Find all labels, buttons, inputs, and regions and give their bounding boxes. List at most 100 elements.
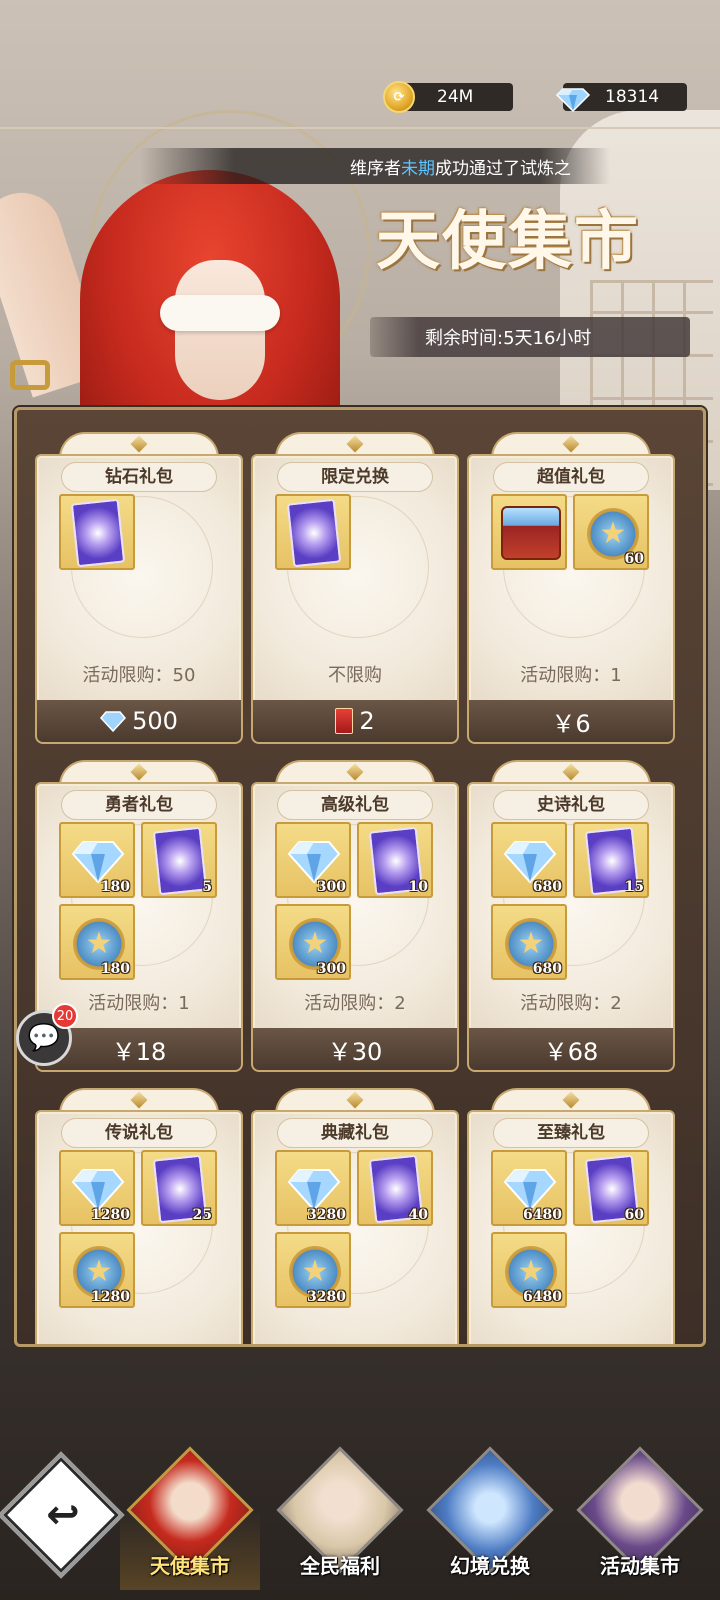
purchase-limit: 不限购: [328, 665, 382, 686]
reward-count: 1280: [91, 1289, 130, 1305]
buy-button[interactable]: 500: [35, 700, 243, 744]
gold-counter[interactable]: ⟳ 24M: [383, 81, 513, 113]
pack-card[interactable]: 典藏礼包 3280 40 3280: [251, 1088, 459, 1344]
purchase-limit: 活动限购：1: [520, 665, 622, 686]
price-label: ￥18: [111, 1037, 167, 1066]
reward-count: 25: [192, 1207, 212, 1223]
reward-item[interactable]: 10: [357, 822, 433, 898]
diamond-gem-icon: [71, 841, 125, 884]
reward-item[interactable]: 300: [275, 904, 351, 980]
reward-item[interactable]: 5: [141, 822, 217, 898]
pack-name: 限定兑换: [277, 462, 433, 492]
broadcast-marquee: 维序者 未期 成功通过了试炼之: [140, 148, 610, 184]
reward-count: 15: [624, 879, 644, 895]
price-label: 500: [132, 707, 178, 735]
diamond-icon: [100, 711, 127, 732]
tab-label: 全民福利: [300, 1554, 380, 1578]
reward-count: 10: [408, 879, 428, 895]
header-divider: [0, 127, 720, 129]
treasure-chest-icon: [501, 506, 561, 560]
gold-coin-icon: ⟳: [383, 81, 415, 113]
purchase-limit: 活动限购：50: [82, 665, 196, 686]
reward-count: 1280: [91, 1207, 130, 1223]
reward-count: 5: [202, 879, 212, 895]
crest-gem: [130, 435, 148, 453]
reward-count: 300: [316, 879, 346, 895]
purchase-limit: 活动限购：2: [304, 993, 406, 1014]
price-label: ￥6: [551, 709, 591, 738]
reward-count: 3280: [307, 1289, 346, 1305]
reward-count: 300: [316, 961, 346, 977]
tab-event-market[interactable]: 活动集市: [570, 1446, 710, 1590]
pack-card[interactable]: 史诗礼包 680 15 680 活动限购：2 ￥68: [467, 760, 675, 1072]
diamond-amount: 18314: [605, 87, 660, 107]
reward-item[interactable]: 3280: [275, 1150, 351, 1226]
ticket-icon: [335, 708, 354, 734]
diamond-gem-icon: [287, 1169, 341, 1212]
reward-item[interactable]: 25: [141, 1150, 217, 1226]
reward-count: 60: [624, 551, 644, 567]
reward-count: 3280: [307, 1207, 346, 1223]
pack-card[interactable]: 钻石礼包活动限购：50 500: [35, 432, 243, 744]
reward-item[interactable]: 15: [573, 822, 649, 898]
reward-count: 680: [532, 961, 562, 977]
pack-name: 传说礼包: [61, 1118, 217, 1148]
tab-angel-market[interactable]: 天使集市: [120, 1446, 260, 1590]
reward-item[interactable]: 1280: [59, 1232, 135, 1308]
reward-item[interactable]: 6480: [491, 1232, 567, 1308]
remaining-time: 剩余时间:5天16小时: [370, 317, 690, 357]
summon-card-icon: [152, 826, 208, 896]
reward-item[interactable]: 180: [59, 822, 135, 898]
reward-item[interactable]: 60: [573, 494, 649, 570]
reward-item[interactable]: 180: [59, 904, 135, 980]
crest-gem: [346, 1091, 364, 1109]
marquee-prefix: 维序者: [350, 158, 401, 179]
pack-name: 钻石礼包: [61, 462, 217, 492]
buy-button[interactable]: 2: [251, 700, 459, 744]
reward-item[interactable]: [275, 494, 351, 570]
reward-item[interactable]: 60: [573, 1150, 649, 1226]
pack-card[interactable]: 超值礼包 60 活动限购：1 ￥6: [467, 432, 675, 744]
reward-item[interactable]: [59, 494, 135, 570]
reward-item[interactable]: 680: [491, 904, 567, 980]
pack-name: 勇者礼包: [61, 790, 217, 820]
gold-amount: 24M: [437, 87, 474, 107]
reward-count: 680: [532, 879, 562, 895]
buy-button[interactable]: ￥6: [467, 700, 675, 744]
summon-card-icon: [70, 498, 126, 568]
diamond-counter[interactable]: 18314: [555, 83, 687, 113]
buy-button[interactable]: ￥68: [467, 1028, 675, 1072]
crest-gem: [346, 435, 364, 453]
reward-count: 180: [100, 879, 130, 895]
reward-item[interactable]: 300: [275, 822, 351, 898]
reward-count: 180: [100, 961, 130, 977]
reward-item[interactable]: [491, 494, 567, 570]
reward-item[interactable]: 6480: [491, 1150, 567, 1226]
pack-card[interactable]: 传说礼包 1280 25 1280: [35, 1088, 243, 1344]
diamond-gem-icon: [503, 841, 557, 884]
back-arrow-icon: ↩: [46, 1492, 80, 1538]
crest-gem: [562, 1091, 580, 1109]
reward-item[interactable]: 680: [491, 822, 567, 898]
hero-blindfold: [160, 295, 280, 331]
shop-panel[interactable]: 钻石礼包活动限购：50 500 限定兑换不限购 2 超值礼包 60 活动限购：1 ￥6 勇者礼包…: [14, 407, 706, 1347]
buy-button[interactable]: ￥30: [251, 1028, 459, 1072]
page-title: 天使集市: [376, 204, 640, 279]
chat-bubble-icon: 💬: [27, 1023, 61, 1053]
reward-item[interactable]: 3280: [275, 1232, 351, 1308]
pack-name: 超值礼包: [493, 462, 649, 492]
pack-card[interactable]: 至臻礼包 6480 60 6480: [467, 1088, 675, 1344]
crest-gem: [130, 1091, 148, 1109]
pack-card[interactable]: 限定兑换不限购 2: [251, 432, 459, 744]
reward-item[interactable]: 1280: [59, 1150, 135, 1226]
crest-gem: [562, 435, 580, 453]
reward-count: 6480: [523, 1207, 562, 1223]
bracelet: [10, 360, 50, 390]
tab-illusion-exchange[interactable]: 幻境兑换: [420, 1446, 560, 1590]
reward-item[interactable]: 40: [357, 1150, 433, 1226]
reward-count: 40: [408, 1207, 428, 1223]
purchase-limit: 活动限购：2: [520, 993, 622, 1014]
tab-welfare[interactable]: 全民福利: [270, 1446, 410, 1590]
pack-card[interactable]: 高级礼包 300 10 300 活动限购：2 ￥30: [251, 760, 459, 1072]
reward-count: 6480: [523, 1289, 562, 1305]
